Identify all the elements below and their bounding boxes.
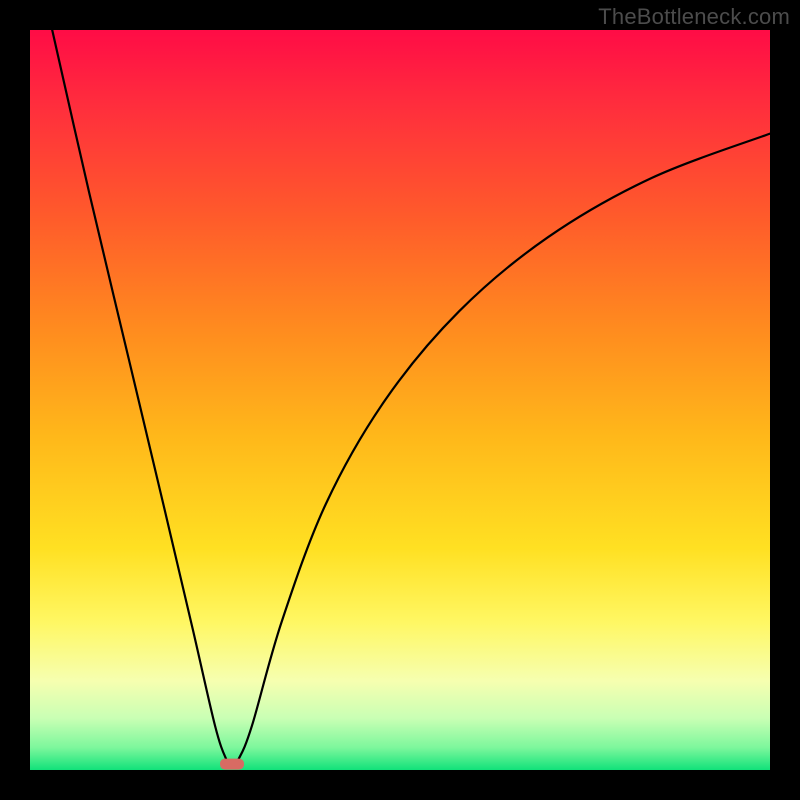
chart-frame: TheBottleneck.com bbox=[0, 0, 800, 800]
optimum-marker bbox=[220, 759, 244, 770]
watermark-text: TheBottleneck.com bbox=[598, 4, 790, 30]
bottleneck-chart bbox=[0, 0, 800, 800]
plot-background bbox=[30, 30, 770, 770]
